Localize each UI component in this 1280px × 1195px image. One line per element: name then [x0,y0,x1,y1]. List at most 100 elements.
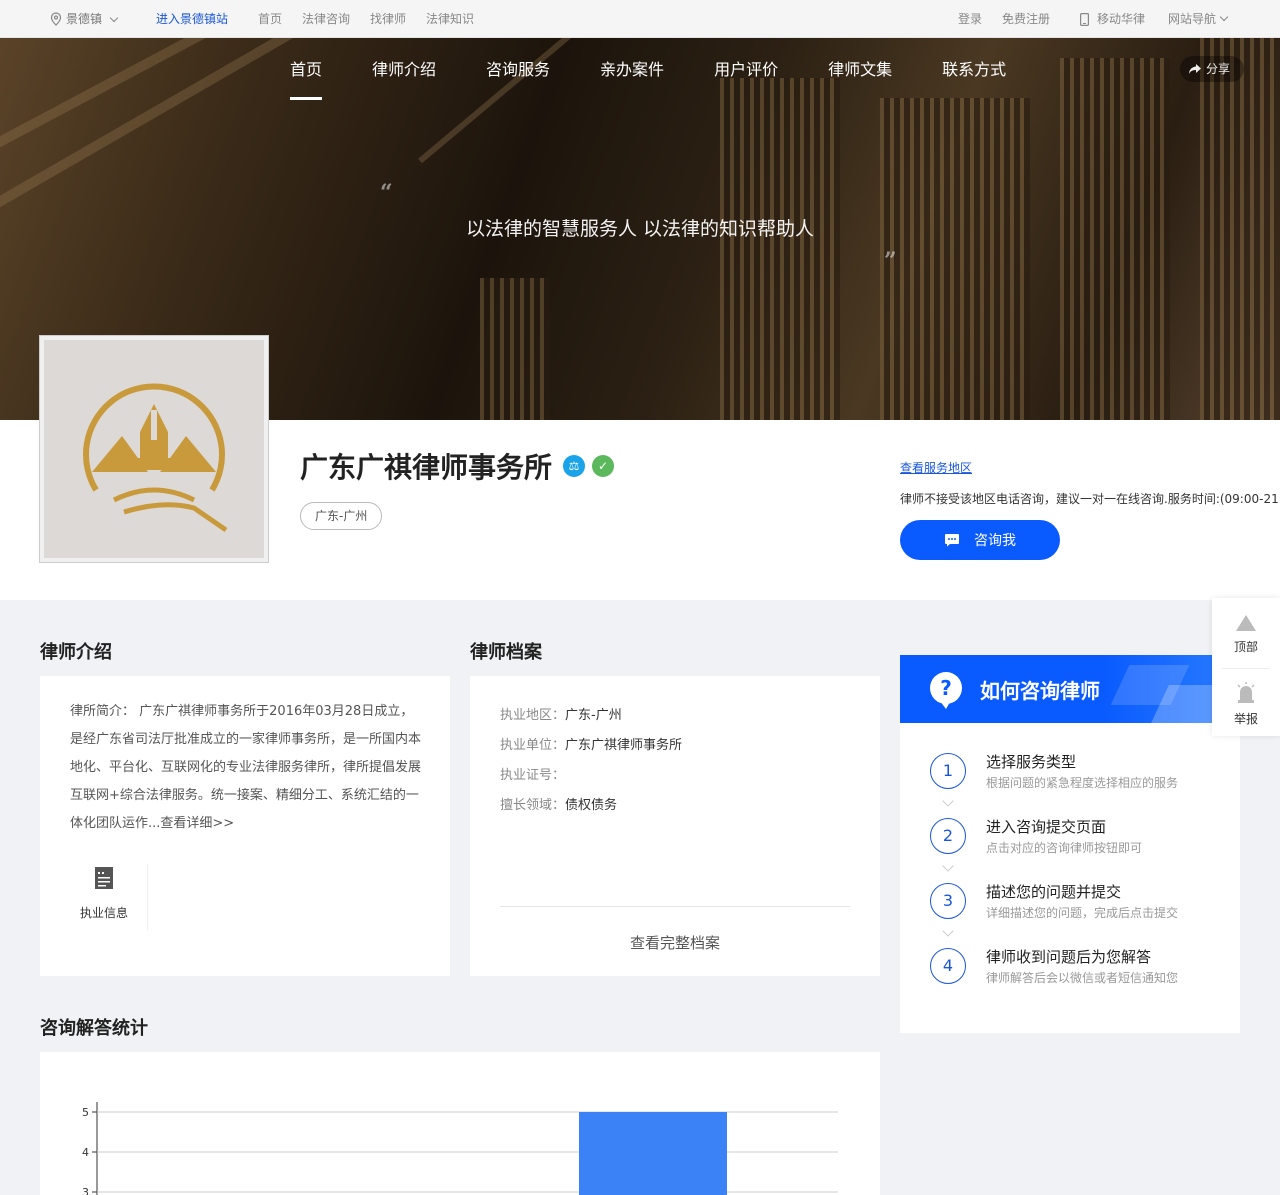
consult-stats-title: 咨询解答统计 [40,1018,148,1039]
firm-intro-label: 律所简介： [70,704,136,719]
scales-pen-logo-icon [83,383,228,533]
alarm-light-icon [1237,682,1255,703]
site-nav-dropdown[interactable]: 网站导航 [1168,0,1229,38]
city-selector[interactable]: 景德镇 [50,0,119,38]
top-link-find-lawyer[interactable]: 找律师 [370,0,406,38]
service-note: 律师不接受该地区电话咨询，建议一对一在线咨询.服务时间:(09:00-21:5 [900,492,1280,506]
archive-value: 广东广祺律师事务所 [565,738,683,753]
step-title: 选择服务类型 [986,753,1077,771]
back-to-top-label: 顶部 [1233,640,1258,654]
archive-key: 擅长领域： [500,798,566,813]
main-nav: 首页 律师介绍 咨询服务 亲办案件 用户评价 律师文集 联系方式 [290,38,1056,102]
triangle-up-icon [1236,615,1256,631]
step-description: 律师解答后会以微信或者短信通知您 [986,971,1179,985]
step-title: 律师收到问题后为您解答 [986,948,1152,966]
mobile-phone-icon [1080,12,1089,26]
step-number: 4 [930,948,966,984]
archive-row-region: 执业地区：广东-广州 [500,704,622,723]
lawyer-archive-title: 律师档案 [470,642,542,663]
lawyer-intro-title: 律师介绍 [40,642,112,663]
archive-row-firm: 执业单位：广东广祺律师事务所 [500,734,682,753]
login-link[interactable]: 登录 [958,0,982,38]
chat-bubble-icon [945,534,959,547]
nav-item-contact[interactable]: 联系方式 [942,38,1006,102]
lawyer-intro-card: 律所简介： 广东广祺律师事务所于2016年03月28日成立，是经广东省司法厅批准… [40,676,450,976]
consult-me-label: 咨询我 [974,533,1016,549]
banner-pillar [880,98,1030,420]
nav-item-consult-service[interactable]: 咨询服务 [486,38,550,102]
city-label: 景德镇 [66,12,103,26]
open-quote-icon: “ [380,180,393,206]
site-nav-label: 网站导航 [1168,12,1217,26]
enter-station-link[interactable]: 进入景德镇站 [156,0,228,38]
mobile-link[interactable]: 移动华律 [1080,0,1145,38]
step-number: 2 [930,818,966,854]
chevron-down-icon [109,13,119,22]
view-service-area-link[interactable]: 查看服务地区 [900,459,972,476]
step-description: 点击对应的咨询律师按钮即可 [986,841,1143,855]
how-to-consult-header: ? 如何咨询律师 [900,655,1240,723]
practice-info-label: 执业信息 [79,906,128,920]
archive-value: 广东-广州 [565,708,622,723]
scales-verified-badge-icon: ⚖ [563,455,585,477]
location-pin-icon [50,12,62,26]
practice-info-item[interactable]: 执业信息 [74,866,134,921]
share-icon [1189,64,1201,74]
consult-me-button[interactable]: 咨询我 [900,520,1060,560]
step-description: 详细描述您的问题，完成后点击提交 [986,906,1179,920]
step-description: 根据问题的紧急程度选择相应的服务 [986,776,1179,790]
report-button[interactable]: 举报 [1212,680,1280,727]
certified-badge-icon: ✓ [592,455,614,477]
step-number: 1 [930,753,966,789]
share-label: 分享 [1206,62,1231,76]
banner-slogan: 以法律的智慧服务人 以法律的知识帮助人 [465,218,815,240]
top-link-legal-consult[interactable]: 法律咨询 [302,0,350,38]
chevron-down-icon [942,925,954,937]
step-title: 进入咨询提交页面 [986,818,1107,836]
back-to-top-button[interactable]: 顶部 [1212,614,1280,655]
chart-bar [579,1112,727,1195]
consult-stats-chart-card: 5 4 3 [40,1052,880,1195]
svg-text:?: ? [940,676,952,700]
banner-pillar [720,78,840,420]
location-tag: 广东-广州 [300,502,383,530]
how-to-consult-title: 如何咨询律师 [980,679,1100,703]
firm-intro-body: 广东广祺律师事务所于2016年03月28日成立，是经广东省司法厅批准成立的一家律… [70,704,422,831]
nav-item-articles[interactable]: 律师文集 [828,38,892,102]
divider [147,864,148,930]
question-bubble-icon: ? [930,672,962,709]
archive-key: 执业证号： [500,768,566,783]
firm-logo [40,336,268,562]
floating-toolbar: 顶部 举报 [1212,598,1280,736]
nav-item-reviews[interactable]: 用户评价 [714,38,778,102]
y-tick-label: 4 [82,1146,89,1159]
view-full-archive-link[interactable]: 查看完整档案 [470,932,880,953]
step-number: 3 [930,883,966,919]
top-bar: 景德镇 进入景德镇站 首页 法律咨询 找律师 法律知识 登录 免费注册 移动华律… [0,0,1280,38]
divider [1222,668,1270,669]
nav-item-lawyer-intro[interactable]: 律师介绍 [372,38,436,102]
mobile-label: 移动华律 [1097,12,1146,26]
firm-name: 广东广祺律师事务所 [300,451,553,484]
nav-item-home[interactable]: 首页 [290,38,323,102]
consult-stats-chart: 5 4 3 [82,1102,838,1195]
document-icon [95,867,113,889]
register-link[interactable]: 免费注册 [1002,0,1050,38]
archive-value: 债权债务 [565,798,618,813]
banner-pillar [480,278,550,420]
how-to-consult-panel: ? 如何咨询律师 1 选择服务类型 根据问题的紧急程度选择相应的服务 2 进入咨… [900,655,1240,1033]
chevron-down-icon [942,795,954,807]
top-link-home[interactable]: 首页 [258,0,282,38]
chevron-down-icon [942,860,954,872]
close-quote-icon: ” [884,248,897,274]
y-tick-label: 3 [82,1186,89,1195]
archive-row-expertise: 擅长领域：债权债务 [500,794,617,813]
chevron-down-icon [1219,12,1229,22]
lawyer-archive-card: 执业地区：广东-广州 执业单位：广东广祺律师事务所 执业证号： 擅长领域：债权债… [470,676,880,976]
step-title: 描述您的问题并提交 [986,883,1122,901]
archive-row-license: 执业证号： [500,764,565,783]
share-button[interactable]: 分享 [1180,56,1245,82]
nav-item-cases[interactable]: 亲办案件 [600,38,664,102]
top-link-legal-knowledge[interactable]: 法律知识 [426,0,474,38]
firm-intro-text[interactable]: 律所简介： 广东广祺律师事务所于2016年03月28日成立，是经广东省司法厅批准… [70,698,426,838]
